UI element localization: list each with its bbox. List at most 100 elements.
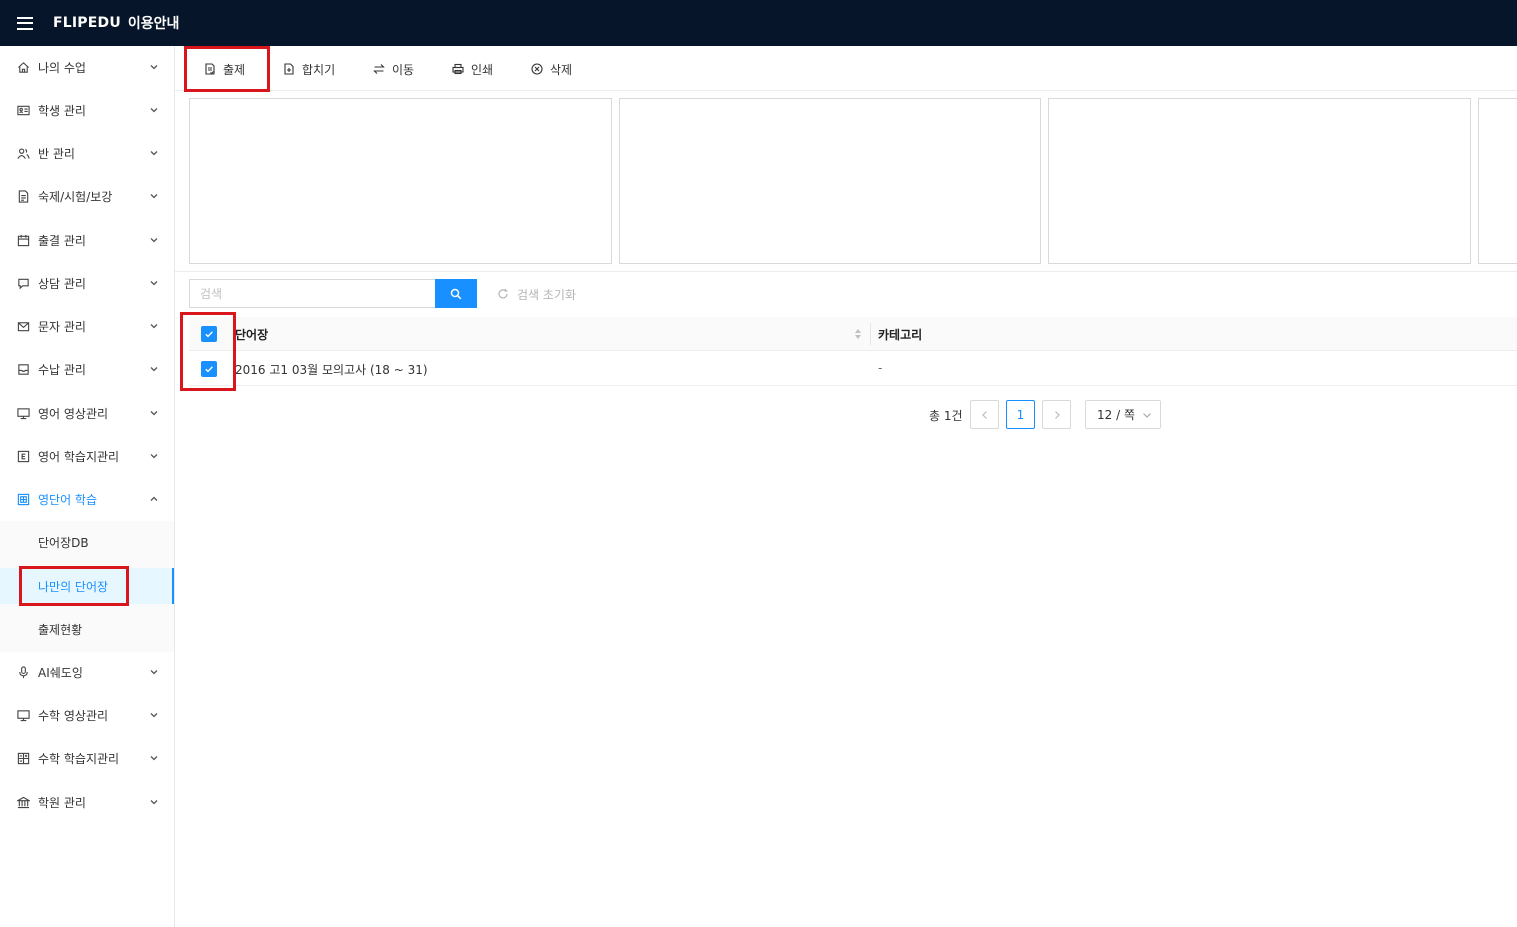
column-header-wordbook[interactable]: 단어장 xyxy=(235,326,268,343)
sidebar-item-ai-shadowing[interactable]: AI쉐도잉 xyxy=(0,652,174,692)
sidebar-item-homework[interactable]: 숙제/시험/보강 xyxy=(0,176,174,216)
sidebar-item-label: 학원 관리 xyxy=(38,795,86,810)
sidebar-item-english-worksheet[interactable]: 영어 학습지관리 xyxy=(0,436,174,476)
merge-button[interactable]: 합치기 xyxy=(283,60,335,78)
divider xyxy=(175,271,1517,272)
sidebar-item-math-worksheet[interactable]: 수학 학습지관리 xyxy=(0,738,174,778)
table-header: 단어장 카테고리 xyxy=(189,317,1517,351)
sidebar-item-label: 문자 관리 xyxy=(38,319,86,334)
calendar-icon xyxy=(17,234,30,247)
sidebar-item-label: AI쉐도잉 xyxy=(38,665,83,680)
delete-button-label: 삭제 xyxy=(550,62,573,77)
chevron-down-icon xyxy=(149,364,159,374)
mail-icon xyxy=(17,320,30,333)
preview-card[interactable] xyxy=(1478,98,1517,264)
users-icon xyxy=(17,147,30,160)
prev-page-button[interactable] xyxy=(970,400,999,429)
home-icon xyxy=(17,61,30,74)
chevron-down-icon xyxy=(149,408,159,418)
letter-e-icon xyxy=(17,450,30,463)
sidebar-item-label: 수납 관리 xyxy=(38,362,86,377)
preview-card[interactable] xyxy=(189,98,612,264)
printer-icon xyxy=(452,63,464,75)
close-circle-icon xyxy=(531,63,543,75)
swap-icon xyxy=(373,64,385,74)
receipt-icon xyxy=(17,363,30,376)
chevron-down-icon xyxy=(149,278,159,288)
search-icon xyxy=(450,288,462,299)
monitor-icon xyxy=(17,407,30,420)
sidebar-item-label: 영어 영상관리 xyxy=(38,406,109,421)
sidebar-item-vocabulary[interactable]: 영단어 학습 xyxy=(0,479,174,519)
reload-icon xyxy=(498,289,508,299)
total-count: 총 1건 xyxy=(929,409,963,423)
chevron-down-icon xyxy=(149,235,159,245)
chevron-down-icon xyxy=(149,148,159,158)
move-button[interactable]: 이동 xyxy=(373,60,414,78)
sidebar-subitem-label: 단어장DB xyxy=(38,535,89,550)
sidebar-item-label: 영어 학습지관리 xyxy=(38,449,120,464)
chevron-down-icon xyxy=(149,667,159,677)
search-button[interactable] xyxy=(435,279,477,308)
microphone-icon xyxy=(17,665,30,679)
move-button-label: 이동 xyxy=(392,62,415,77)
preview-card[interactable] xyxy=(619,98,1041,264)
chevron-right-icon xyxy=(1054,410,1060,419)
merge-button-label: 합치기 xyxy=(302,62,336,77)
chevron-down-icon xyxy=(149,62,159,72)
sidebar-item-label: 수학 학습지관리 xyxy=(38,751,120,766)
sidebar: 나의 수업 학생 관리 반 관리 숙제/시험/보강 출결 관리 상담 관리 문자… xyxy=(0,46,175,927)
search-reset-button[interactable]: 검색 초기화 xyxy=(497,285,576,303)
sidebar-item-english-video[interactable]: 영어 영상관리 xyxy=(0,393,174,433)
file-icon xyxy=(17,189,30,203)
sidebar-item-classes[interactable]: 반 관리 xyxy=(0,133,174,173)
sidebar-item-students[interactable]: 학생 관리 xyxy=(0,90,174,130)
sidebar-item-payment[interactable]: 수납 관리 xyxy=(0,349,174,389)
sidebar-item-my-class[interactable]: 나의 수업 xyxy=(0,47,174,87)
search-reset-label: 검색 초기화 xyxy=(517,287,577,302)
guide-link[interactable]: 이용안내 xyxy=(128,13,180,33)
chevron-down-icon xyxy=(149,451,159,461)
sidebar-item-label: 학생 관리 xyxy=(38,103,86,118)
sidebar-subitem-word-db[interactable]: 단어장DB xyxy=(0,524,174,560)
select-all-checkbox[interactable] xyxy=(201,326,217,342)
next-page-button[interactable] xyxy=(1042,400,1071,429)
print-button-label: 인쇄 xyxy=(471,62,494,77)
sidebar-item-label: 반 관리 xyxy=(38,146,75,161)
calculator-icon xyxy=(17,752,30,765)
sidebar-item-academy[interactable]: 학원 관리 xyxy=(0,782,174,822)
column-header-category: 카테고리 xyxy=(878,328,923,342)
preview-card[interactable] xyxy=(1048,98,1471,264)
sidebar-item-sms[interactable]: 문자 관리 xyxy=(0,306,174,346)
sidebar-subitem-assign-status[interactable]: 출제현황 xyxy=(0,611,174,647)
assign-button-label: 출제 xyxy=(223,62,246,77)
row-category: - xyxy=(878,361,883,375)
page-size-select[interactable]: 12 / 쪽 xyxy=(1085,400,1161,429)
sidebar-item-consult[interactable]: 상담 관리 xyxy=(0,263,174,303)
assign-button[interactable]: 출제 xyxy=(204,60,245,78)
page-button-1[interactable]: 1 xyxy=(1006,400,1035,429)
sort-icon[interactable] xyxy=(854,327,862,341)
print-button[interactable]: 인쇄 xyxy=(452,60,493,78)
sidebar-subitem-my-wordbook[interactable]: 나만의 단어장 xyxy=(0,568,174,604)
menu-icon[interactable] xyxy=(17,16,33,30)
chevron-up-icon xyxy=(149,494,159,504)
sidebar-subitem-label: 출제현황 xyxy=(38,622,83,637)
brand-logo[interactable]: FLIPEDU xyxy=(53,15,121,31)
chevron-down-icon xyxy=(1143,412,1151,418)
row-wordbook-name[interactable]: 2016 고1 03월 모의고사 (18 ~ 31) xyxy=(235,361,428,378)
chevron-down-icon xyxy=(149,191,159,201)
monitor-icon xyxy=(17,709,30,722)
id-card-icon xyxy=(17,104,30,117)
assign-icon xyxy=(205,63,215,75)
search-input[interactable] xyxy=(189,279,436,308)
row-checkbox[interactable] xyxy=(201,361,217,377)
chevron-down-icon xyxy=(149,710,159,720)
book-icon xyxy=(17,493,30,506)
chevron-down-icon xyxy=(149,321,159,331)
table-row[interactable]: 2016 고1 03월 모의고사 (18 ~ 31) - xyxy=(189,351,1517,386)
delete-button[interactable]: 삭제 xyxy=(531,60,572,78)
sidebar-item-math-video[interactable]: 수학 영상관리 xyxy=(0,695,174,735)
sidebar-item-attendance[interactable]: 출결 관리 xyxy=(0,220,174,260)
sidebar-item-label: 영단어 학습 xyxy=(38,492,98,507)
